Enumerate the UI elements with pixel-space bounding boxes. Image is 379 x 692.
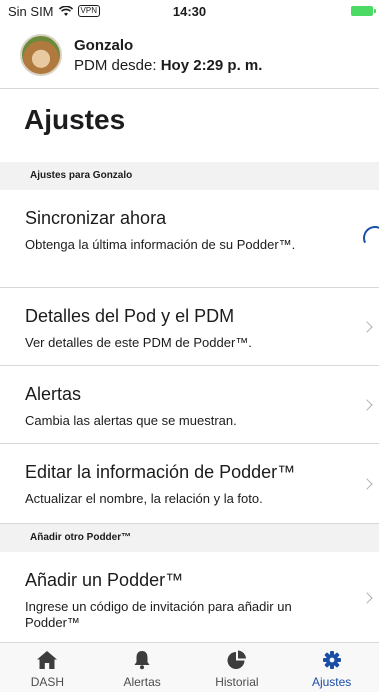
tab-history-label: Historial bbox=[215, 675, 259, 689]
alerts-title: Alertas bbox=[25, 384, 82, 404]
edit-podder-row[interactable]: Editar la información de Podder™ Actuali… bbox=[0, 444, 379, 524]
user-info: Gonzalo PDM desde: Hoy 2:29 p. m. bbox=[74, 37, 262, 74]
user-name: Gonzalo bbox=[74, 36, 134, 54]
avatar bbox=[20, 34, 62, 76]
pod-pdm-details-title: Detalles del Pod y el PDM bbox=[25, 306, 235, 326]
tab-settings[interactable]: Ajustes bbox=[284, 643, 379, 692]
tab-history[interactable]: Historial bbox=[190, 643, 285, 692]
section-header-user: Ajustes para Gonzalo bbox=[0, 162, 379, 190]
pdm-since-label: PDM desde: bbox=[74, 56, 157, 74]
gear-icon bbox=[322, 651, 341, 669]
user-header: Gonzalo PDM desde: Hoy 2:29 p. m. bbox=[0, 24, 379, 86]
bell-icon bbox=[134, 651, 150, 670]
alerts-description: Cambia las alertas que se muestran. bbox=[25, 413, 237, 428]
sync-now-title: Sincronizar ahora bbox=[25, 208, 167, 228]
pdm-since-time: Hoy 2:29 p. m. bbox=[160, 56, 263, 74]
alerts-row[interactable]: Alertas Cambia las alertas que se muestr… bbox=[0, 366, 379, 444]
add-podder-title: Añadir un Podder™ bbox=[25, 570, 184, 590]
battery-icon bbox=[351, 6, 376, 16]
tab-bar: DASH Alertas Historial Ajustes bbox=[0, 642, 379, 692]
sync-now-description: Obtenga la última información de su Podd… bbox=[25, 237, 296, 252]
sync-now-row[interactable]: Sincronizar ahora Obtenga la última info… bbox=[0, 190, 379, 288]
tab-settings-label: Ajustes bbox=[311, 675, 352, 689]
section-header-add: Añadir otro Podder™ bbox=[0, 524, 379, 552]
wifi-icon bbox=[58, 5, 73, 16]
add-podder-row[interactable]: Añadir un Podder™ Ingrese un código de i… bbox=[0, 552, 379, 642]
chevron-right-icon bbox=[361, 592, 373, 604]
tab-dash-label: DASH bbox=[30, 675, 65, 689]
add-podder-description: Ingrese un código de invitación para aña… bbox=[25, 599, 292, 630]
pod-pdm-details-description: Ver detalles de este PDM de Podder™. bbox=[25, 335, 252, 350]
header-divider bbox=[0, 88, 379, 89]
tab-alerts-label: Alertas bbox=[123, 675, 161, 689]
edit-podder-description: Actualizar el nombre, la relación y la f… bbox=[25, 491, 263, 506]
page-title: Ajustes bbox=[24, 104, 126, 135]
pdm-since: PDM desde: Hoy 2:29 p. m. bbox=[74, 57, 262, 74]
status-left: Sin SIM VPN bbox=[8, 4, 158, 19]
home-icon bbox=[37, 651, 58, 669]
vpn-badge: VPN bbox=[77, 5, 100, 17]
edit-podder-title: Editar la información de Podder™ bbox=[25, 462, 296, 482]
pod-pdm-details-row[interactable]: Detalles del Pod y el PDM Ver detalles d… bbox=[0, 288, 379, 366]
tab-alerts[interactable]: Alertas bbox=[95, 643, 190, 692]
status-bar: Sin SIM VPN 14:30 bbox=[0, 0, 379, 22]
carrier-label: Sin SIM bbox=[8, 3, 54, 19]
pie-chart-icon bbox=[227, 650, 246, 669]
tab-dash[interactable]: DASH bbox=[0, 643, 95, 692]
